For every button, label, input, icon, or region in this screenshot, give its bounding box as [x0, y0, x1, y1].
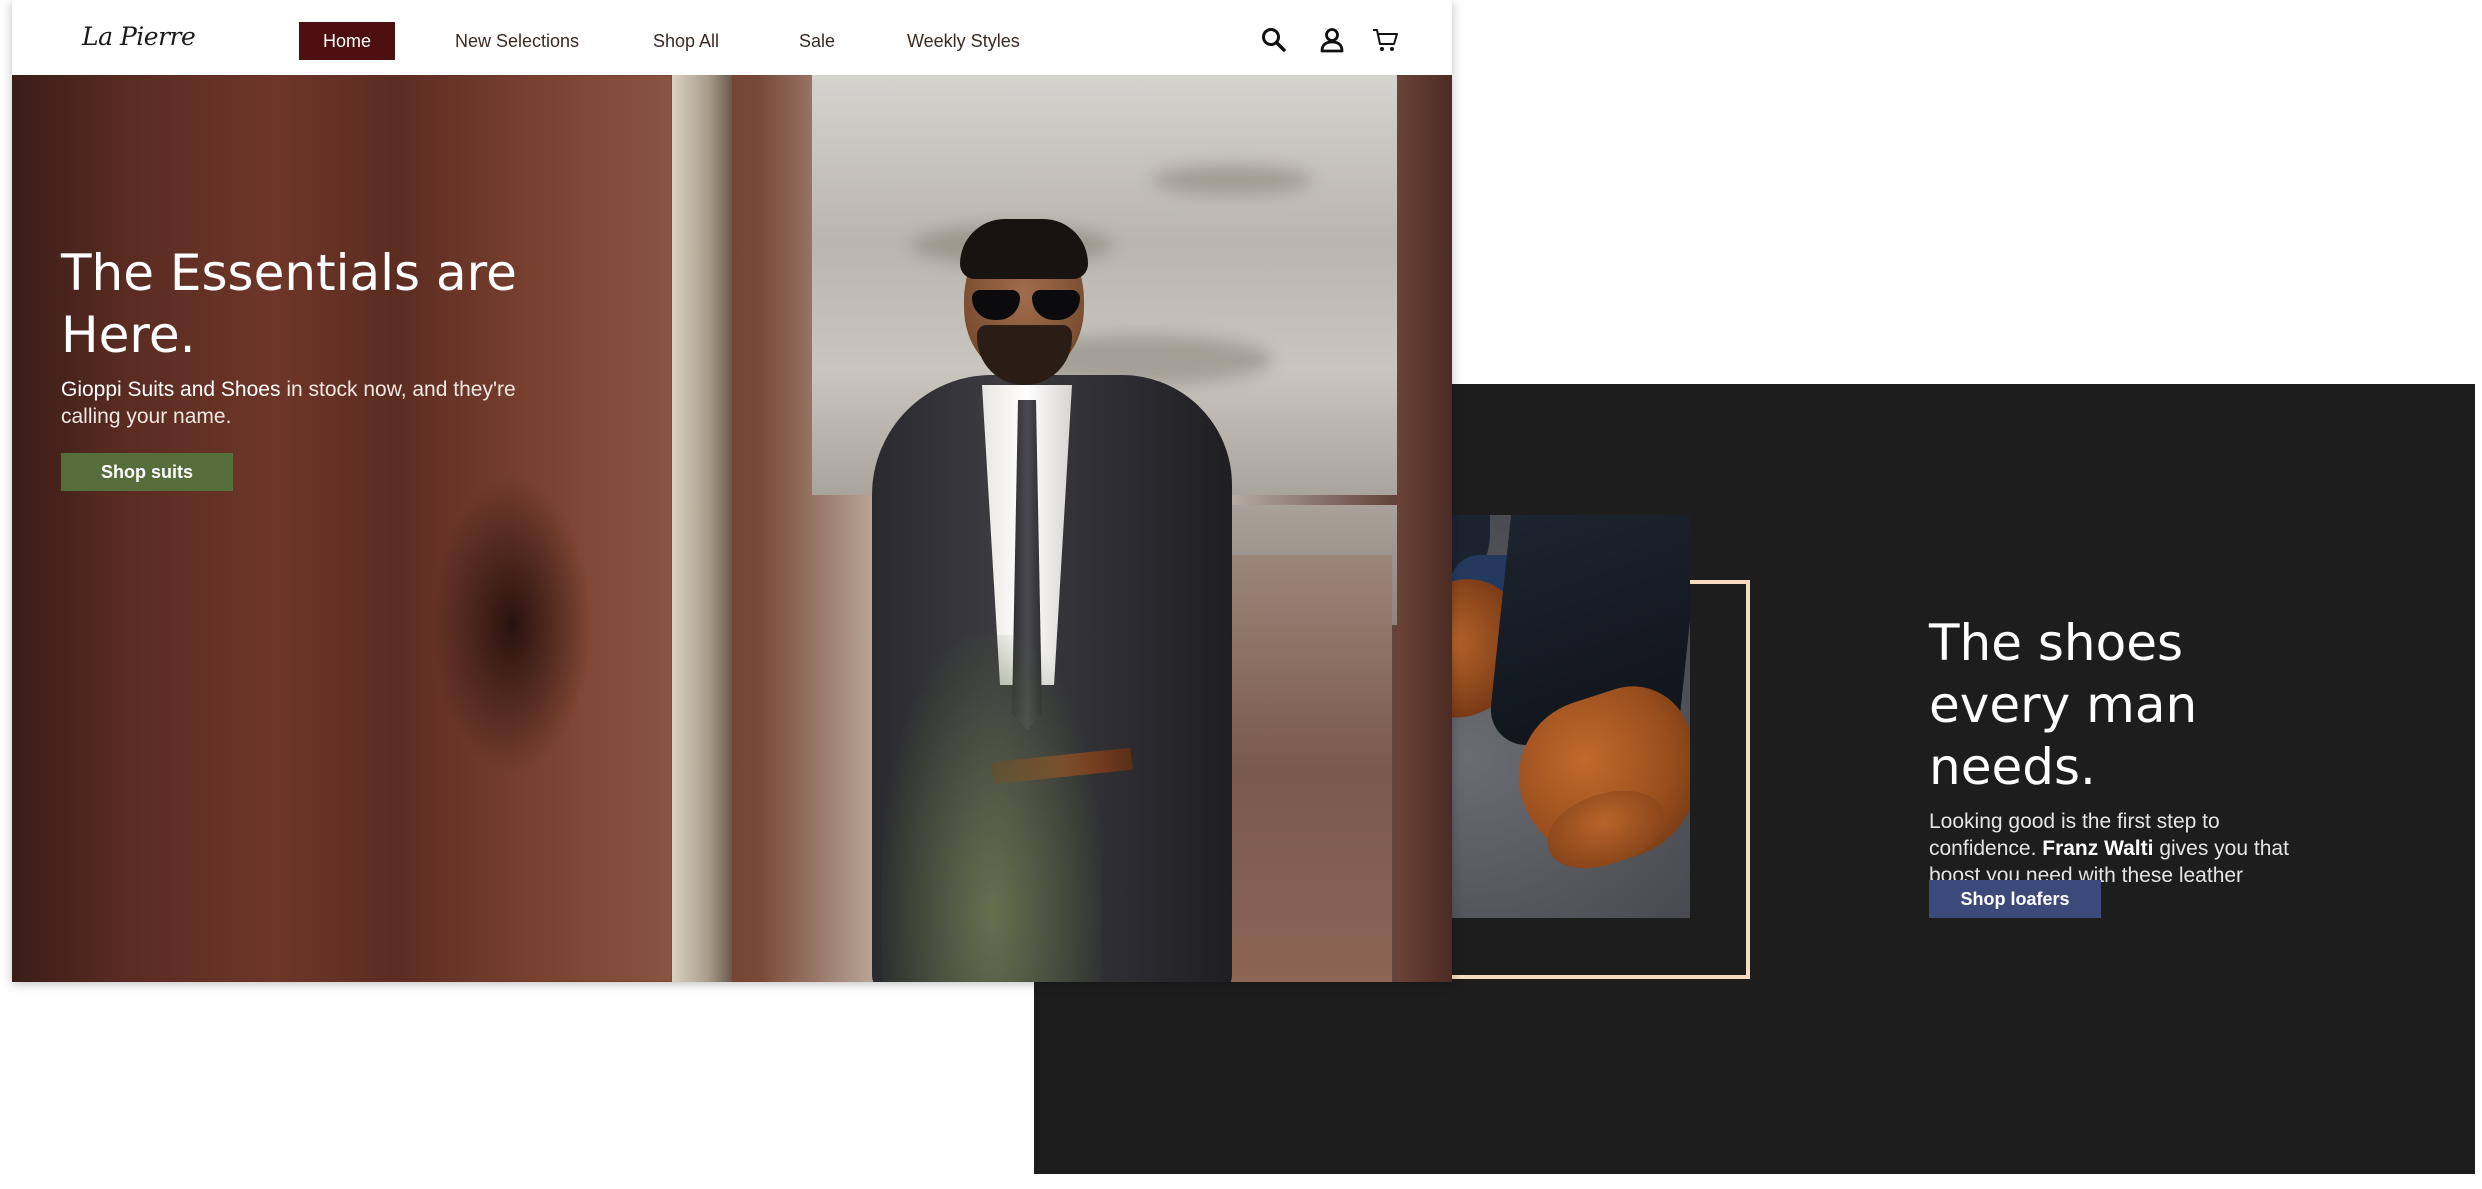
- brand-gioppi: Gioppi Suits and Shoes: [61, 378, 281, 401]
- shop-suits-button[interactable]: Shop suits: [61, 453, 233, 491]
- nav-item-sale[interactable]: Sale: [799, 22, 835, 60]
- hero-heading: The Essentials are Here.: [61, 244, 517, 364]
- brand-logo[interactable]: La Pierre: [82, 22, 196, 51]
- brand-franz-walti: Franz Walti: [2042, 837, 2154, 860]
- search-icon[interactable]: [1260, 26, 1288, 54]
- nav-item-home[interactable]: Home: [299, 22, 396, 60]
- hero-wildflowers: [882, 635, 1102, 982]
- hero-description: Gioppi Suits and Shoes in stock now, and…: [61, 376, 541, 430]
- hero-copy: The Essentials are Here. Gioppi Suits an…: [61, 242, 541, 430]
- cart-icon[interactable]: [1371, 26, 1399, 54]
- nav-item-new-selections[interactable]: New Selections: [455, 22, 579, 60]
- top-navbar: La Pierre Home New Selections Shop All S…: [12, 0, 1452, 75]
- loafers-heading: The shoes every man needs.: [1929, 614, 2198, 796]
- hero-card: La Pierre Home New Selections Shop All S…: [12, 0, 1452, 982]
- shop-loafers-button[interactable]: Shop loafers: [1929, 880, 2101, 918]
- account-icon[interactable]: [1318, 26, 1346, 54]
- nav-item-shop-all[interactable]: Shop All: [653, 22, 719, 60]
- hero-banner: [12, 75, 1452, 982]
- loafers-copy: The shoes every man needs. Looking good …: [1929, 612, 2289, 916]
- nav-item-weekly-styles[interactable]: Weekly Styles: [907, 22, 1020, 60]
